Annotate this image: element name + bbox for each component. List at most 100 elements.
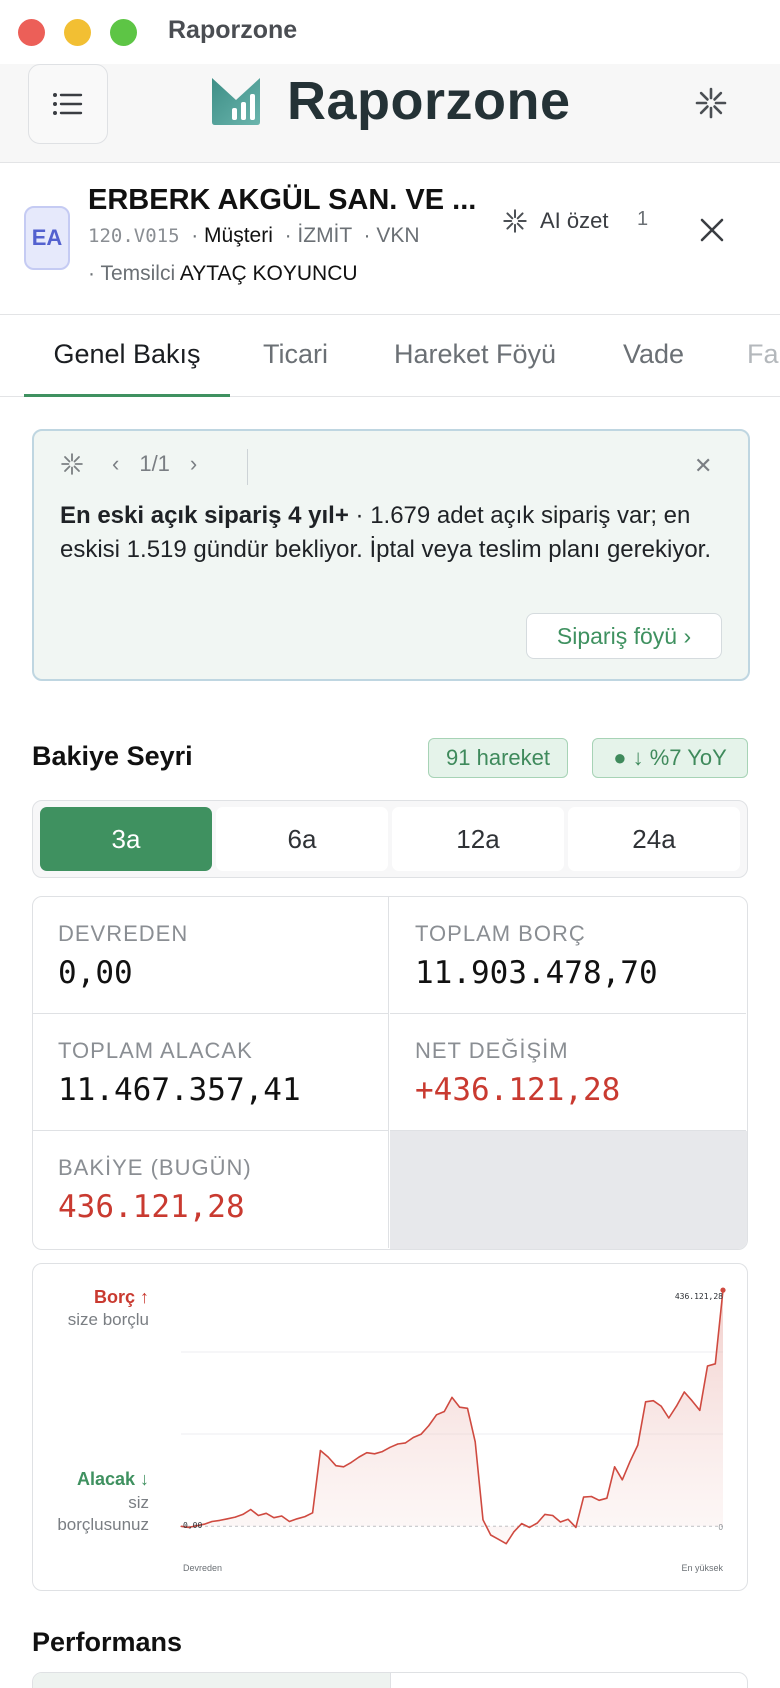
balance-point bbox=[683, 1391, 685, 1393]
balance-point bbox=[327, 1456, 329, 1458]
sparkle-ray bbox=[713, 105, 723, 115]
insight-close-icon[interactable]: ✕ bbox=[694, 453, 712, 479]
balance-point bbox=[637, 1444, 639, 1446]
balance-point bbox=[211, 1520, 213, 1523]
balance-point bbox=[645, 1401, 647, 1403]
insight-page: 1/1 bbox=[139, 451, 170, 476]
balance-point bbox=[219, 1519, 221, 1521]
debit-sublabel: size borçlu bbox=[68, 1310, 149, 1329]
window-minimize-button[interactable] bbox=[64, 19, 91, 46]
balance-point bbox=[374, 1453, 376, 1455]
balance-point bbox=[451, 1396, 453, 1398]
customer-header: EA ERBERK AKGÜL SAN. VE ... 120.V015 · M… bbox=[0, 162, 780, 315]
tab-ticari[interactable]: Ticari bbox=[263, 314, 328, 394]
prev-icon[interactable]: ‹ bbox=[112, 451, 119, 477]
balance-point bbox=[296, 1518, 298, 1520]
tab-hareket-foyu[interactable]: Hareket Föyü bbox=[394, 314, 556, 394]
sparkle-ray bbox=[516, 222, 524, 230]
balance-point bbox=[226, 1518, 229, 1520]
balance-point bbox=[714, 1363, 716, 1365]
period-12a[interactable]: 12a bbox=[392, 807, 564, 871]
sparkle-ray bbox=[64, 456, 71, 463]
balance-point bbox=[482, 1519, 484, 1521]
tab-genel-bakis[interactable]: Genel Bakış bbox=[24, 314, 230, 397]
balance-point bbox=[706, 1365, 709, 1367]
period-selector: 3a 6a 12a 24a bbox=[32, 800, 748, 878]
period-3a[interactable]: 3a bbox=[40, 807, 212, 871]
stat-value: 11.903.478,70 bbox=[415, 955, 658, 991]
customer-code: 120.V015 bbox=[88, 225, 180, 247]
balance-point bbox=[629, 1460, 631, 1462]
sparkle-ray bbox=[699, 105, 709, 115]
sparkle-ray bbox=[506, 222, 514, 230]
balance-point bbox=[559, 1521, 562, 1523]
balance-point bbox=[606, 1497, 608, 1499]
balance-point bbox=[319, 1449, 321, 1452]
balance-point bbox=[412, 1436, 414, 1439]
performance-panel bbox=[32, 1672, 748, 1688]
app-window: Raporzone Raporzone EA ERBERK AKGÜL SAN.… bbox=[0, 0, 780, 1688]
tab-fa[interactable]: Fa bbox=[747, 314, 779, 394]
balance-point bbox=[281, 1515, 283, 1517]
balance-point bbox=[652, 1400, 654, 1402]
balance-point bbox=[660, 1405, 662, 1407]
customer-tax-label: VKN bbox=[376, 224, 420, 247]
balance-point bbox=[552, 1514, 554, 1517]
balance-point bbox=[273, 1517, 275, 1519]
balance-point bbox=[381, 1451, 383, 1453]
rep-label: Temsilci bbox=[100, 262, 176, 285]
balance-point bbox=[420, 1433, 422, 1435]
balance-point bbox=[583, 1496, 585, 1498]
insight-text: En eski açık sipariş 4 yıl+ · 1.679 adet… bbox=[60, 499, 724, 567]
balance-point bbox=[358, 1456, 360, 1458]
period-6a[interactable]: 6a bbox=[216, 807, 388, 871]
balance-point bbox=[567, 1518, 569, 1520]
stat-value: 11.467.357,41 bbox=[58, 1072, 301, 1108]
next-icon[interactable]: › bbox=[190, 451, 197, 477]
ai-summary-label: AI özet bbox=[540, 208, 609, 233]
debit-label: Borç ↑ bbox=[94, 1287, 149, 1307]
tab-vade[interactable]: Vade bbox=[623, 314, 684, 394]
period-24a[interactable]: 24a bbox=[568, 807, 740, 871]
menu-button[interactable] bbox=[28, 64, 108, 144]
siparis-foyu-button[interactable]: Sipariş föyü › bbox=[526, 613, 722, 659]
balance-area bbox=[181, 1290, 723, 1544]
balance-point bbox=[536, 1522, 538, 1524]
window-maximize-button[interactable] bbox=[110, 19, 137, 46]
stat-label: TOPLAM ALACAK bbox=[58, 1038, 253, 1063]
balance-point bbox=[343, 1466, 345, 1468]
credit-sublabel-2: borçlusunuz bbox=[57, 1515, 149, 1534]
app-header: Raporzone bbox=[0, 64, 780, 163]
balance-point bbox=[544, 1513, 546, 1515]
ai-sparkle-icon bbox=[61, 453, 83, 475]
balance-stats: DEVREDEN 0,00 TOPLAM BORÇ 11.903.478,70 … bbox=[32, 896, 748, 1250]
stat-bakiye-bugun: BAKİYE (BUGÜN) 436.121,28 bbox=[33, 1131, 389, 1248]
end-value-label: 436.121,28 bbox=[675, 1292, 723, 1301]
sparkle-ray bbox=[516, 212, 524, 220]
balance-point bbox=[250, 1508, 252, 1511]
stat-toplam-borc: TOPLAM BORÇ 11.903.478,70 bbox=[390, 897, 746, 1014]
balance-chart: Borç ↑ size borçlu Alacak ↓ siz borçlusu… bbox=[32, 1263, 748, 1591]
stat-empty-cell bbox=[390, 1131, 747, 1249]
balance-point bbox=[575, 1526, 577, 1528]
customer-rep: · Temsilci AYTAÇ KOYUNCU bbox=[88, 262, 358, 285]
stat-label: TOPLAM BORÇ bbox=[415, 921, 586, 946]
sparkle-ray bbox=[73, 465, 80, 472]
sparkle-ray bbox=[64, 465, 71, 472]
raporzone-logo-icon bbox=[212, 78, 260, 125]
sparkle-ray bbox=[506, 212, 514, 220]
sparkle-ray bbox=[699, 91, 709, 101]
insight-divider bbox=[247, 449, 248, 485]
ai-sparkle-icon[interactable] bbox=[694, 86, 728, 120]
start-value-label: 0,00 bbox=[183, 1521, 202, 1530]
balance-point bbox=[265, 1512, 267, 1514]
sparkle-ray bbox=[73, 456, 80, 463]
balance-point bbox=[699, 1409, 701, 1411]
balance-point bbox=[590, 1495, 593, 1498]
balance-point bbox=[474, 1441, 476, 1443]
close-icon[interactable] bbox=[700, 218, 724, 242]
balance-point bbox=[288, 1520, 290, 1523]
window-close-button[interactable] bbox=[18, 19, 45, 46]
customer-city: İZMİT bbox=[297, 224, 352, 247]
ai-summary-button[interactable]: AI özet bbox=[502, 208, 608, 234]
